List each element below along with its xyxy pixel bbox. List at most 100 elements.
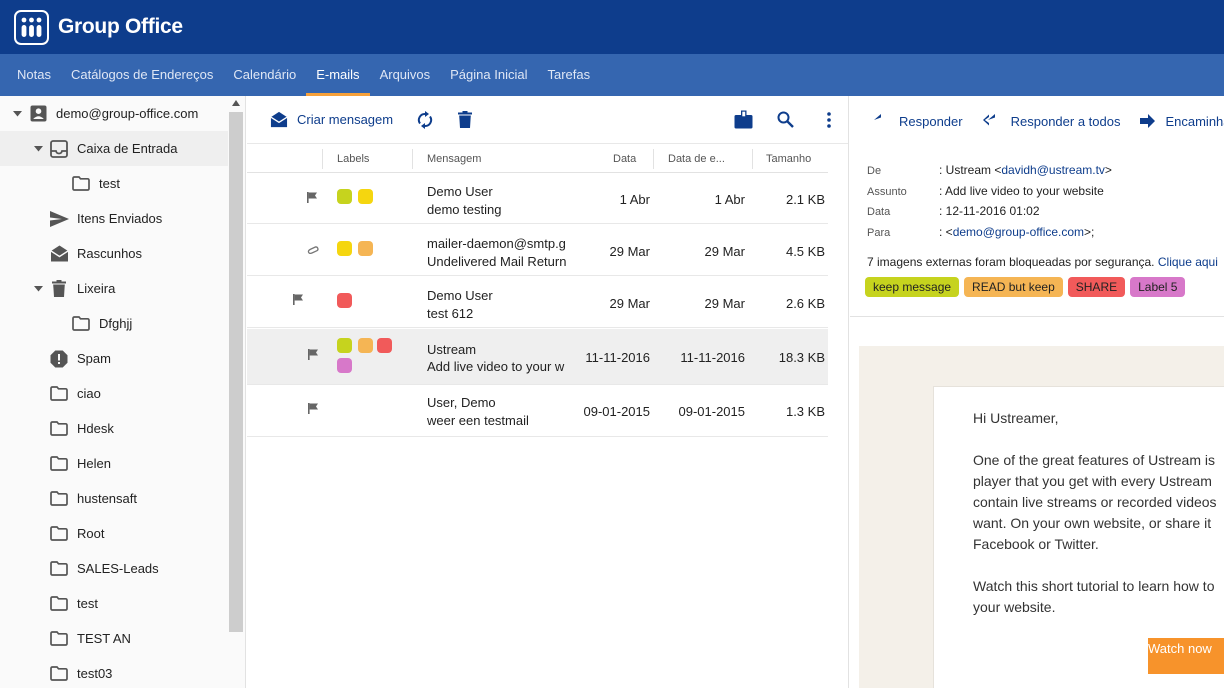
blocked-images-text: 7 imagens externas foram bloqueadas por … <box>867 255 1155 269</box>
show-images-link[interactable]: Clique aqui <box>1158 255 1218 269</box>
tab-calendar[interactable]: Calendário <box>223 54 306 96</box>
module-tabs: Notas Catálogos de Endereços Calendário … <box>0 54 1224 96</box>
row-sender: Demo User <box>427 288 493 303</box>
drafts-icon <box>49 244 69 264</box>
sidebar-item-hdesk[interactable]: Hdesk <box>0 411 228 446</box>
forward-button[interactable]: Encaminhar <box>1140 114 1224 129</box>
label-tag[interactable]: SHARE <box>1067 277 1126 297</box>
blocked-images-notice: 7 imagens externas foram bloqueadas por … <box>867 255 1218 269</box>
label-swatch <box>337 338 352 353</box>
flag-icon[interactable] <box>308 403 318 414</box>
search-button[interactable] <box>777 111 794 128</box>
sidebar-item-inbox[interactable]: Caixa de Entrada <box>0 131 228 166</box>
caret-down-icon[interactable] <box>33 145 43 152</box>
tab-start-page[interactable]: Página Inicial <box>440 54 537 96</box>
folder-icon <box>49 664 69 684</box>
sidebar-item-dfghjj[interactable]: Dfghjj <box>0 306 228 341</box>
row-subject: demo testing <box>427 202 502 217</box>
tab-tasks[interactable]: Tarefas <box>537 54 600 96</box>
watch-now-button[interactable]: Watch now <box>1148 638 1224 674</box>
tab-email[interactable]: E-mails <box>306 54 370 96</box>
caret-down-icon[interactable] <box>12 110 22 117</box>
sidebar-item-sales-leads[interactable]: SALES-Leads <box>0 551 228 586</box>
tab-files[interactable]: Arquivos <box>370 54 441 96</box>
more-options-button[interactable] <box>827 111 831 128</box>
row-sent-date: 29 Mar <box>704 296 745 311</box>
sidebar-item-drafts[interactable]: Rascunhos <box>0 236 228 271</box>
row-size: 18.3 KB <box>778 350 825 365</box>
sidebar-item-spam[interactable]: Spam <box>0 341 228 376</box>
label-tag[interactable]: READ but keep <box>964 277 1063 297</box>
table-row[interactable]: Demo User test 612 29 Mar 29 Mar 2.6 KB <box>247 277 828 328</box>
reply-all-button[interactable]: Responder a todos <box>982 114 1120 129</box>
col-labels[interactable]: Labels <box>337 153 369 165</box>
paperclip-icon <box>306 244 319 254</box>
column-separator <box>653 149 654 169</box>
app-logo-icon[interactable] <box>14 9 49 45</box>
folder-icon <box>49 384 69 404</box>
row-date: 11-11-2016 <box>585 350 650 365</box>
sidebar-item-helen[interactable]: Helen <box>0 446 228 481</box>
row-sender: Ustream <box>427 342 477 357</box>
flag-icon[interactable] <box>307 192 317 203</box>
header-subject: Assunto: Add live video to your website <box>867 184 1104 198</box>
refresh-icon <box>417 110 433 129</box>
row-sender: Demo User <box>427 184 493 199</box>
header-from: De: Ustream <davidh@ustream.tv> <box>867 163 1112 177</box>
label-tag[interactable]: keep message <box>865 277 960 297</box>
col-sent-date[interactable]: Data de e... <box>668 153 725 165</box>
row-size: 2.1 KB <box>785 192 825 207</box>
message-actions-toolbar: Responder Responder a todos Encaminhar <box>850 96 1224 146</box>
tab-address-books[interactable]: Catálogos de Endereços <box>61 54 223 96</box>
row-date: 29 Mar <box>609 244 650 259</box>
label-swatch <box>358 241 373 256</box>
sidebar-item-label: Rascunhos <box>77 246 143 261</box>
header-from-email[interactable]: davidh@ustream.tv <box>1001 163 1105 177</box>
delete-button[interactable] <box>458 111 473 128</box>
message-preview-panel: Responder Responder a todos Encaminhar D… <box>850 96 1224 688</box>
sidebar-item-test-2[interactable]: test <box>0 586 228 621</box>
flag-icon[interactable] <box>293 294 303 305</box>
sidebar-item-label: SALES-Leads <box>77 561 159 576</box>
sidebar-item-test[interactable]: test <box>0 166 228 201</box>
caret-down-icon[interactable] <box>33 285 43 292</box>
flag-icon[interactable] <box>308 349 318 360</box>
header-to-email[interactable]: demo@group-office.com <box>953 225 1084 239</box>
account-node[interactable]: demo@group-office.com <box>0 96 228 131</box>
search-icon <box>777 111 794 128</box>
sidebar-item-ciao[interactable]: ciao <box>0 376 228 411</box>
col-date[interactable]: Data <box>613 153 636 165</box>
label-swatch <box>358 189 373 204</box>
header-from-key: De <box>867 165 882 177</box>
scroll-up-arrow-icon[interactable] <box>232 100 240 106</box>
row-sender: mailer-daemon@smtp.g <box>427 236 566 251</box>
compose-label: Criar mensagem <box>297 112 394 127</box>
label-swatch <box>337 189 352 204</box>
sidebar-item-root[interactable]: Root <box>0 516 228 551</box>
list-toolbar: Criar mensagem <box>247 96 848 144</box>
sidebar-item-test-an[interactable]: TEST AN <box>0 621 228 656</box>
move-to-folder-button[interactable] <box>734 110 753 129</box>
refresh-button[interactable] <box>417 110 433 129</box>
folder-tree-scrollbar[interactable] <box>229 112 243 632</box>
reply-all-icon <box>982 114 1004 128</box>
sidebar-item-label: Itens Enviados <box>77 211 163 226</box>
table-row[interactable]: Ustream Add live video to your w 11-11-2… <box>247 329 828 385</box>
table-row[interactable]: User, Demo weer een testmail 09-01-2015 … <box>247 386 828 437</box>
folder-icon <box>49 629 69 649</box>
sidebar-item-hustensaft[interactable]: hustensaft <box>0 481 228 516</box>
sidebar-item-label: Dfghjj <box>99 316 133 331</box>
compose-button[interactable]: Criar mensagem <box>270 111 393 128</box>
label-tag[interactable]: Label 5 <box>1130 277 1186 297</box>
col-size[interactable]: Tamanho <box>766 153 811 165</box>
reply-button[interactable]: Responder <box>874 114 963 129</box>
col-message[interactable]: Mensagem <box>427 153 481 165</box>
sidebar-item-trash[interactable]: Lixeira <box>0 271 228 306</box>
sidebar-item-sent[interactable]: Itens Enviados <box>0 201 228 236</box>
tab-notas[interactable]: Notas <box>0 54 61 96</box>
compose-mail-icon <box>270 111 288 128</box>
sidebar-item-test03[interactable]: test03 <box>0 656 228 688</box>
table-row[interactable]: Demo User demo testing 1 Abr 1 Abr 2.1 K… <box>247 173 828 224</box>
email-paragraph-line: Watch this short tutorial to learn how t… <box>973 578 1215 594</box>
table-row[interactable]: mailer-daemon@smtp.g Undelivered Mail Re… <box>247 225 828 276</box>
